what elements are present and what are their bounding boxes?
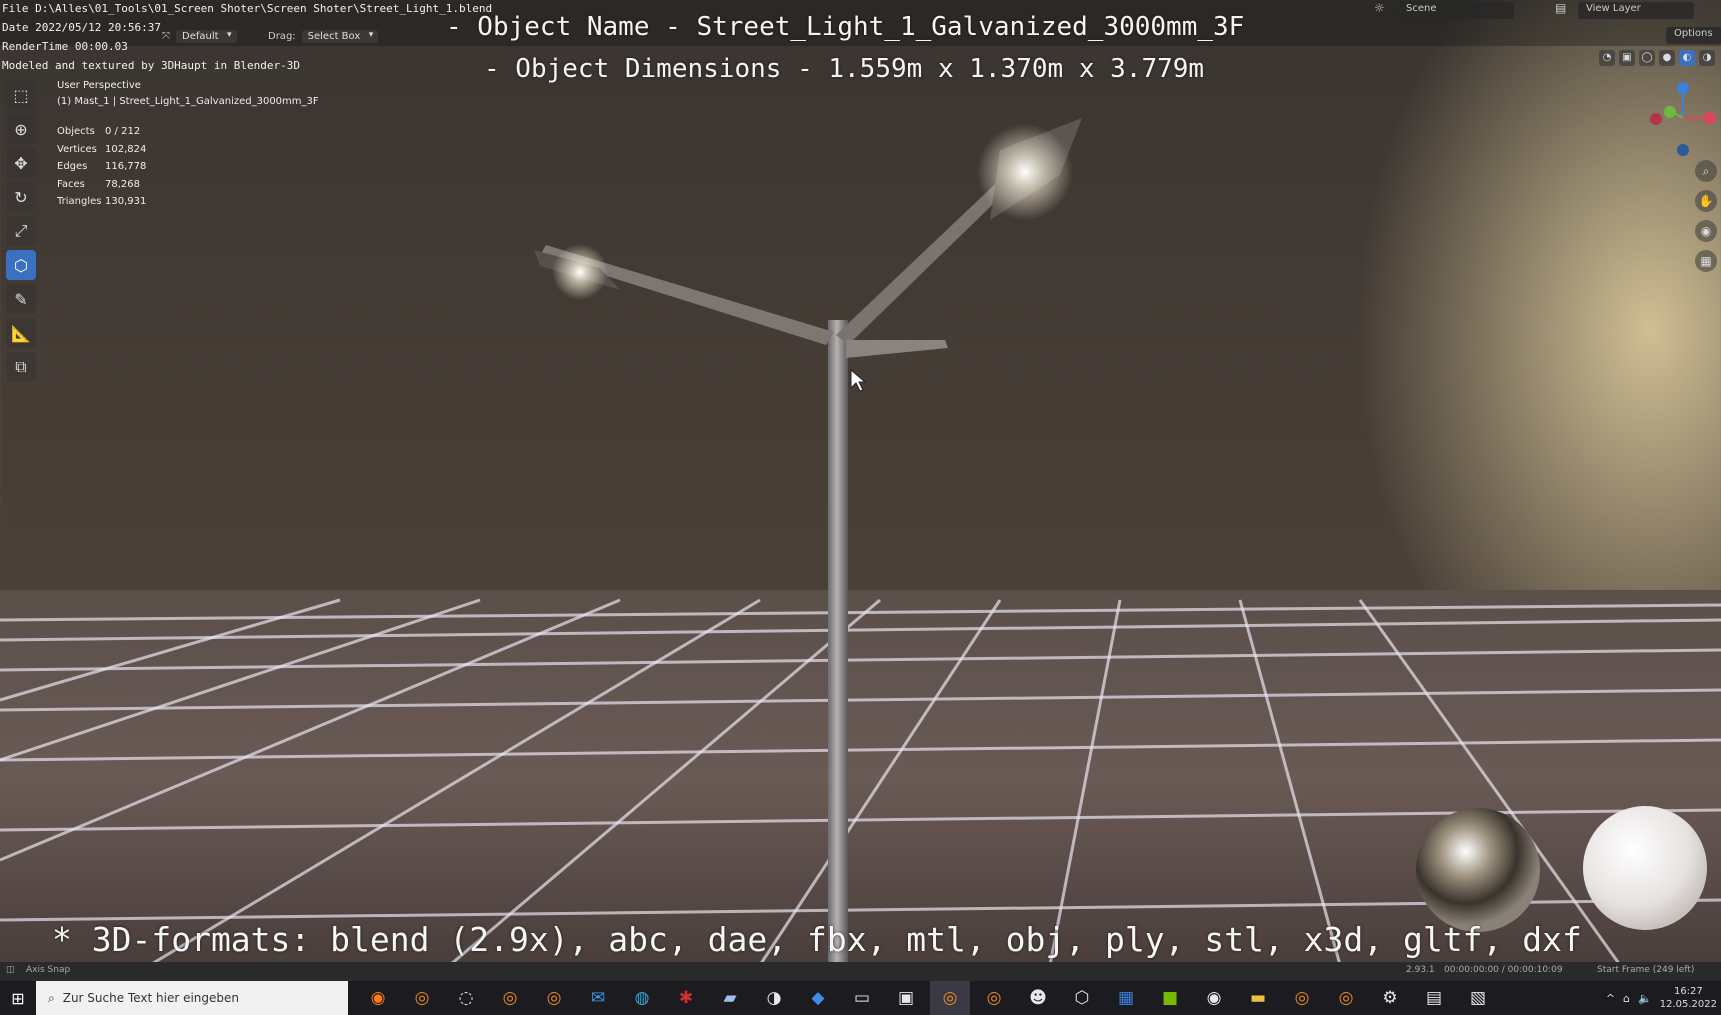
hdri-diffuse-ball (1583, 806, 1707, 930)
scene-selector[interactable]: Scene (1398, 2, 1514, 19)
select-tool-icon[interactable]: ⬚ (6, 80, 36, 110)
blender-icon[interactable]: ◎ (974, 981, 1014, 1015)
windows-start-icon[interactable]: ⊞ (0, 981, 36, 1015)
clock-date: 12.05.2022 (1659, 999, 1717, 1010)
settings-gear-icon[interactable]: ⚙ (1370, 981, 1410, 1015)
version-label: 2.93.1 (1406, 965, 1435, 975)
file-explorer-icon[interactable]: ▬ (1238, 981, 1278, 1015)
timecode-label: 00:00:00:00 / 00:00:10:09 (1444, 965, 1563, 975)
shading-controls: ◔ ▣ ◯ ● ◐ ◑ (1599, 50, 1715, 66)
blender-icon[interactable]: ◎ (1282, 981, 1322, 1015)
view-layer-icon[interactable]: ▤ (1555, 1, 1566, 15)
notebook-icon[interactable]: ▰ (710, 981, 750, 1015)
chevron-up-icon[interactable]: ^ (1606, 992, 1615, 1005)
street-light-model[interactable] (534, 118, 1082, 965)
stat-row: Edges 116,778 (57, 161, 147, 172)
edge-icon[interactable]: ◍ (622, 981, 662, 1015)
start-frame-label: Start Frame (249 left) (1597, 965, 1695, 975)
cube-app-icon[interactable]: ◆ (798, 981, 838, 1015)
rendered-shading-icon[interactable]: ◑ (1699, 50, 1715, 66)
stat-row: Faces 78,268 (57, 178, 140, 190)
object-dimensions-title: - Object Dimensions - 1.559m x 1.370m x … (484, 54, 1205, 84)
stat-row: Objects 0 / 212 (57, 126, 141, 137)
transform-tool-icon[interactable]: ⬡ (6, 250, 36, 280)
scale-tool-icon[interactable]: ⤢ (6, 216, 36, 246)
object-name-title: - Object Name - Street_Light_1_Galvanize… (446, 12, 1245, 42)
viewport-info: User Perspective (1) Mast_1 | Street_Lig… (57, 80, 319, 107)
stat-row: Vertices 102,824 (57, 143, 147, 155)
search-placeholder: Zur Suche Text hier eingeben (62, 991, 240, 1005)
annotate-tool-icon[interactable]: ✎ (6, 284, 36, 314)
view-layer-selector[interactable]: View Layer (1578, 2, 1694, 19)
material-shading-icon[interactable]: ◐ (1679, 50, 1695, 66)
mouse-icon: ◫ (6, 965, 15, 975)
zoom-icon[interactable]: ⌕ (1695, 160, 1717, 182)
scene-statistics: Objects 0 / 212 Vertices 102,824 Edges 116,… (57, 126, 146, 214)
hdri-chrome-ball (1416, 808, 1540, 932)
tool-shelf: ⬚ ⊕ ✥ ↻ ⤢ ⬡ ✎ 📐 ⧉ (6, 80, 38, 382)
document-app-icon[interactable]: ▧ (1458, 981, 1498, 1015)
scene-icon[interactable]: ☼ (1374, 1, 1385, 15)
firefox-icon[interactable]: ◉ (358, 981, 398, 1015)
blender-icon[interactable]: ◎ (490, 981, 530, 1015)
paint-app-icon[interactable]: ◑ (754, 981, 794, 1015)
taskbar-clock[interactable]: 16:27 12.05.2022 (1660, 985, 1717, 1011)
system-tray: ^ ⌂ 🔈 16:27 12.05.2022 (1606, 981, 1717, 1015)
volume-icon[interactable]: 🔈 (1638, 992, 1652, 1005)
perspective-label: User Perspective (57, 80, 141, 91)
wireframe-shading-icon[interactable]: ◯ (1639, 50, 1655, 66)
capture-icon[interactable]: ▣ (886, 981, 926, 1015)
3d-viewer-icon[interactable]: ⬡ (1062, 981, 1102, 1015)
add-cube-tool-icon[interactable]: ⧉ (6, 352, 36, 382)
navigation-gizmo[interactable] (1650, 82, 1716, 156)
mail-icon[interactable]: ✉ (578, 981, 618, 1015)
blender-icon[interactable]: ◎ (534, 981, 574, 1015)
panda-icon[interactable]: ☻ (1018, 981, 1058, 1015)
chrome-like-icon[interactable]: ◌ (446, 981, 486, 1015)
drag-select[interactable]: Drag: Select Box (268, 28, 379, 44)
xray-icon[interactable]: ▣ (1619, 50, 1635, 66)
pan-hand-icon[interactable]: ✋ (1695, 190, 1717, 212)
transform-orientation-icon: ⤧ (162, 30, 170, 42)
overlay-toggle-icon[interactable]: ◔ (1599, 50, 1615, 66)
file-path-text: File D:\Alles\01_Tools\01_Screen Shoter\… (2, 2, 493, 15)
terminal-icon[interactable]: ▭ (842, 981, 882, 1015)
solid-shading-icon[interactable]: ● (1659, 50, 1675, 66)
mouse-cursor (850, 368, 867, 392)
view-navigation-buttons: ⌕ ✋ ◉ ▦ (1695, 160, 1717, 272)
measure-tool-icon[interactable]: 📐 (6, 318, 36, 348)
move-tool-icon[interactable]: ✥ (6, 148, 36, 178)
options-dropdown[interactable]: Options (1666, 27, 1721, 44)
windows-taskbar: ⊞ ⌕ Zur Suche Text hier eingeben ◉ ◎ ◌ ◎… (0, 981, 1721, 1015)
blender-icon[interactable]: ◎ (930, 981, 970, 1015)
cursor-tool-icon[interactable]: ⊕ (6, 114, 36, 144)
rotate-tool-icon[interactable]: ↻ (6, 182, 36, 212)
ortho-grid-icon[interactable]: ▦ (1695, 250, 1717, 272)
network-icon[interactable]: ⌂ (1623, 992, 1630, 1005)
orientation-dropdown[interactable]: ⤧ Default (162, 28, 237, 44)
date-text: Date 2022/05/12 20:56:37 (2, 21, 161, 34)
viewport-scene[interactable] (0, 0, 1721, 965)
drag-mode-dropdown[interactable]: Select Box (301, 29, 379, 43)
taskbar-search[interactable]: ⌕ Zur Suche Text hier eingeben (36, 981, 348, 1015)
formats-caption: * 3D-formats: blend (2.9x), abc, dae, fb… (52, 920, 1582, 959)
blender-icon[interactable]: ◎ (402, 981, 442, 1015)
status-bar: ◫ Axis Snap 2.93.1 00:00:00:00 / 00:00:1… (0, 962, 1721, 981)
calendar-icon[interactable]: ▦ (1106, 981, 1146, 1015)
bug-app-icon[interactable]: ✱ (666, 981, 706, 1015)
clock-time: 16:27 (1673, 986, 1703, 997)
search-icon: ⌕ (48, 990, 55, 1005)
stat-row: Triangles 130,931 (57, 196, 147, 207)
network-app-icon[interactable]: ▤ (1414, 981, 1454, 1015)
render-time-text: RenderTime 00:00.03 (2, 40, 128, 53)
camera-view-icon[interactable]: ◉ (1695, 220, 1717, 242)
taskbar-apps: ◉ ◎ ◌ ◎ ◎ ✉ ◍ ✱ ▰ ◑ ◆ ▭ ▣ ◎ ◎ ☻ ⬡ ▦ ■ ◉ … (358, 981, 1498, 1015)
active-object-label: (1) Mast_1 | Street_Light_1_Galvanized_3… (57, 96, 319, 107)
axis-snap-label: Axis Snap (26, 965, 71, 975)
credit-text: Modeled and textured by 3DHaupt in Blend… (2, 59, 301, 72)
nvidia-icon[interactable]: ■ (1150, 981, 1190, 1015)
blender-icon[interactable]: ◎ (1326, 981, 1366, 1015)
obs-icon[interactable]: ◉ (1194, 981, 1234, 1015)
